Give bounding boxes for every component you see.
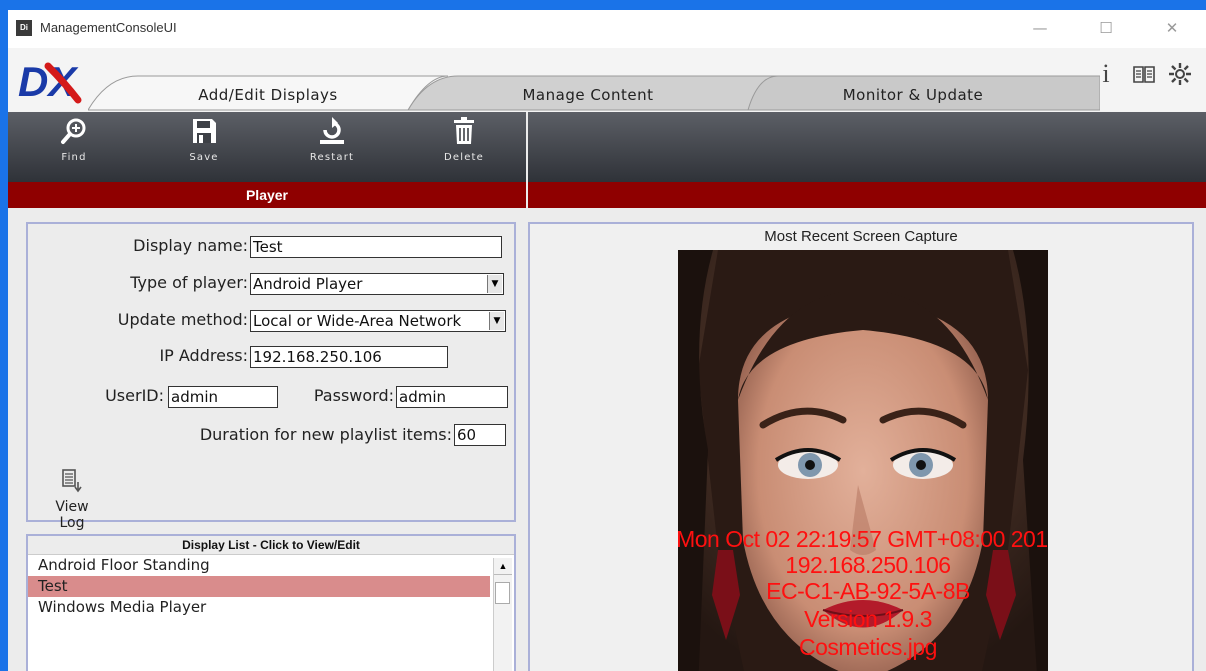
update-method-label: Update method: — [117, 310, 248, 329]
delete-label: Delete — [443, 152, 485, 163]
app-window: Di ManagementConsoleUI — ☐ ✕ DX Add/Edit… — [8, 10, 1206, 671]
close-button[interactable]: ✕ — [1150, 14, 1194, 42]
log-icon — [62, 469, 82, 493]
chevron-down-icon[interactable]: ▼ — [487, 275, 502, 293]
list-item-selected[interactable]: Test — [28, 576, 490, 597]
tab-add-edit-displays[interactable]: Add/Edit Displays — [108, 76, 428, 112]
overlay-mac: EC-C1-AB-92-5A-8B — [766, 578, 970, 604]
restart-button[interactable]: Restart — [302, 116, 362, 178]
overlay-timestamp: Mon Oct 02 22:19:57 GMT+08:00 2017 — [678, 526, 1048, 552]
player-type-value: Android Player — [253, 275, 363, 293]
display-list-panel: Display List - Click to View/Edit Androi… — [26, 534, 516, 671]
list-item[interactable]: Windows Media Player — [28, 597, 490, 618]
ip-address-label: IP Address: — [159, 346, 248, 365]
scroll-thumb[interactable] — [495, 582, 510, 604]
find-icon — [61, 118, 86, 144]
save-button[interactable]: Save — [174, 116, 234, 178]
save-label: Save — [189, 152, 219, 163]
delete-button[interactable]: Delete — [434, 116, 494, 178]
list-scrollbar[interactable]: ▲ — [493, 558, 512, 671]
display-name-label: Display name: — [133, 236, 248, 255]
display-list-header: Display List - Click to View/Edit — [28, 536, 514, 555]
player-type-select[interactable]: Android Player ▼ — [250, 273, 504, 295]
ip-address-field[interactable]: 192.168.250.106 — [250, 346, 448, 368]
view-log-button[interactable]: View Log — [42, 468, 102, 531]
password-label: Password: — [313, 386, 394, 405]
userid-field[interactable]: admin — [168, 386, 278, 408]
display-name-field[interactable]: Test — [250, 236, 502, 258]
tab-manage-content[interactable]: Manage Content — [428, 76, 748, 112]
capture-title: Most Recent Screen Capture — [764, 228, 958, 245]
duration-field[interactable]: 60 — [454, 424, 506, 446]
find-label: Find — [61, 152, 87, 163]
screen-capture-image: Mon Oct 02 22:19:57 GMT+08:00 2017 192.1… — [678, 250, 1048, 671]
list-item[interactable]: Android Floor Standing — [28, 555, 490, 576]
overlay-version: Version 1.9.3 — [804, 606, 932, 632]
update-method-select[interactable]: Local or Wide-Area Network ▼ — [250, 310, 506, 332]
book-icon[interactable] — [1132, 62, 1156, 86]
trash-icon — [454, 117, 474, 144]
update-method-value: Local or Wide-Area Network — [253, 312, 462, 330]
window-title: ManagementConsoleUI — [40, 20, 177, 35]
player-settings-panel: Display name: Test Type of player: Andro… — [26, 222, 516, 531]
toolbar-divider — [526, 112, 528, 222]
tab-monitor-update[interactable]: Monitor & Update — [748, 76, 1078, 112]
gear-icon[interactable] — [1168, 62, 1192, 86]
duration-label: Duration for new playlist items: — [199, 425, 452, 444]
info-icon[interactable]: i — [1094, 61, 1118, 87]
section-title: Player — [245, 187, 289, 203]
overlay-filename: Cosmetics.jpg — [799, 634, 937, 660]
view-log-label: View Log — [55, 499, 89, 531]
app-icon: Di — [16, 20, 32, 36]
maximize-button[interactable]: ☐ — [1084, 14, 1128, 42]
toolbar: Find Save Restart Delete — [8, 112, 1206, 182]
tab-bar: DX Add/Edit Displays Manage Content Moni… — [8, 48, 1206, 112]
scroll-up-icon[interactable]: ▲ — [494, 558, 512, 575]
restart-label: Restart — [309, 152, 355, 163]
save-icon — [193, 119, 216, 143]
password-field[interactable]: admin — [396, 386, 508, 408]
dx-logo: DX — [18, 58, 82, 105]
chevron-down-icon[interactable]: ▼ — [489, 312, 504, 330]
screen-capture-panel: Most Recent Screen Capture Mon Oct 02 22… — [528, 222, 1194, 671]
overlay-ip: 192.168.250.106 — [785, 552, 951, 578]
minimize-button[interactable]: — — [1018, 14, 1062, 42]
restart-icon — [320, 117, 344, 144]
title-bar: Di ManagementConsoleUI — ☐ ✕ — [8, 10, 1206, 48]
player-type-label: Type of player: — [130, 273, 248, 292]
section-bar: Player — [8, 182, 1206, 208]
userid-label: UserID: — [105, 386, 164, 405]
find-button[interactable]: Find — [44, 116, 104, 178]
